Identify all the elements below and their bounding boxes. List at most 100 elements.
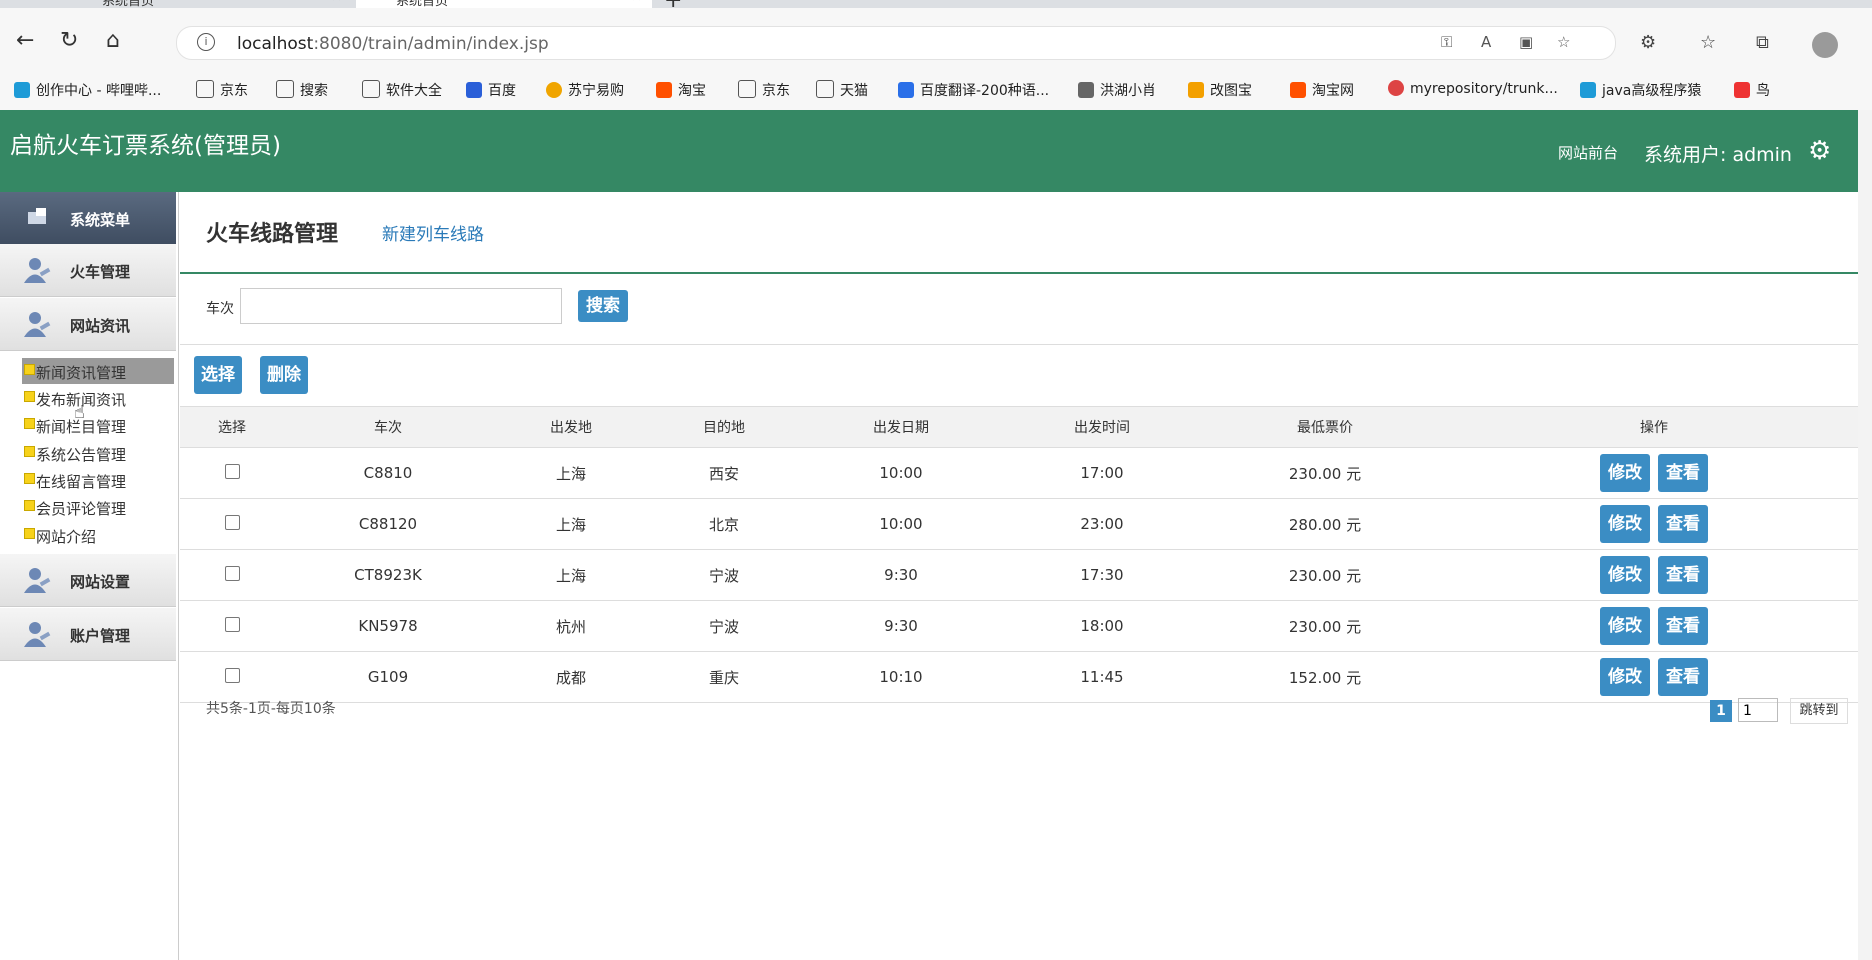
current-page-button[interactable]: 1	[1710, 700, 1732, 722]
bookmark-item[interactable]: 百度翻译-200种语...	[898, 80, 1049, 100]
to-cell: 重庆	[650, 651, 798, 703]
profile-avatar[interactable]	[1812, 32, 1838, 58]
sidebar-subitem[interactable]: 新闻资讯管理	[22, 358, 174, 384]
table-row: C88120 上海 北京 10:00 23:00 280.00 元 修改 查看	[180, 498, 1858, 550]
time-cell: 23:00	[1004, 498, 1200, 550]
close-icon[interactable]: ✕	[631, 0, 642, 5]
search-label: 车次	[206, 301, 234, 317]
edit-button[interactable]: 修改	[1600, 505, 1650, 543]
bookmark-item[interactable]: 京东	[738, 80, 790, 100]
extensions-icon[interactable]: ⚙	[1640, 32, 1656, 53]
bilibili-icon	[14, 82, 30, 98]
new-tab-icon[interactable]: +	[664, 0, 682, 8]
info-icon[interactable]: i	[197, 33, 215, 51]
row-checkbox[interactable]	[224, 463, 240, 479]
date-cell: 10:00	[798, 498, 1004, 550]
bookmark-item[interactable]: 创作中心 - 哔哩哔...	[14, 80, 161, 100]
menu-hand-icon	[28, 208, 46, 224]
bookmark-item[interactable]: 百度	[466, 80, 516, 100]
sidebar-menu-label: 账户管理	[70, 627, 131, 645]
sidebar-menu-train[interactable]: 火车管理	[0, 244, 176, 297]
delete-button[interactable]: 删除	[260, 356, 308, 394]
hd-icon[interactable]: ▣	[1519, 33, 1533, 51]
bookmark-item[interactable]: 搜索	[276, 80, 328, 100]
bookmark-item[interactable]: 苏宁易购	[546, 80, 624, 100]
collections-icon[interactable]: ⧉	[1756, 32, 1769, 53]
time-cell: 17:00	[1004, 447, 1200, 499]
close-icon[interactable]: ✕	[331, 0, 342, 5]
row-checkbox[interactable]	[224, 667, 240, 683]
row-checkbox[interactable]	[224, 514, 240, 530]
url-field[interactable]: i localhost:8080/train/admin/index.jsp ⚿…	[176, 26, 1616, 60]
column-header: 选择	[180, 406, 284, 448]
gaitubao-icon	[1188, 82, 1204, 98]
bookmark-item[interactable]: 软件大全	[362, 80, 442, 100]
sidebar-menu-account[interactable]: 账户管理	[0, 608, 176, 661]
view-button[interactable]: 查看	[1658, 607, 1708, 645]
edit-button[interactable]: 修改	[1600, 556, 1650, 594]
site-front-link[interactable]: 网站前台	[1558, 142, 1618, 163]
main-content: 火车线路管理 新建列车线路 车次 搜索 选择 删除 选择 车次 出发地 目的地 …	[180, 192, 1858, 960]
view-button[interactable]: 查看	[1658, 556, 1708, 594]
sidebar-subitem[interactable]: 发布新闻资讯	[22, 385, 174, 411]
bookmark-item[interactable]: 改图宝	[1188, 80, 1252, 100]
bookmark-item[interactable]: java高级程序猿	[1580, 80, 1701, 100]
from-cell: 杭州	[492, 600, 650, 652]
app-header: 启航火车订票系统(管理员) 网站前台 系统用户: admin ⚙	[0, 110, 1858, 192]
read-aloud-icon[interactable]: A	[1481, 33, 1491, 51]
page-scrollbar[interactable]	[1858, 110, 1872, 960]
home-icon[interactable]: ⌂	[106, 28, 120, 53]
row-checkbox[interactable]	[224, 616, 240, 632]
browser-tab-active[interactable]: 系统首页 ✕	[356, 0, 652, 8]
bookmark-item[interactable]: 京东	[196, 80, 248, 100]
page-icon	[362, 80, 380, 98]
sidebar-subitem[interactable]: 在线留言管理	[22, 467, 174, 493]
back-icon[interactable]: ←	[16, 28, 34, 53]
view-button[interactable]: 查看	[1658, 658, 1708, 696]
bookmark-item[interactable]: 淘宝	[656, 80, 706, 100]
from-cell: 成都	[492, 651, 650, 703]
page-number-input[interactable]: 1	[1738, 698, 1778, 722]
square-icon	[24, 446, 35, 457]
bookmark-item[interactable]: 淘宝网	[1290, 80, 1354, 100]
jump-to-button[interactable]: 跳转到	[1790, 698, 1848, 724]
favorite-add-icon[interactable]: ☆	[1557, 33, 1570, 51]
search-button[interactable]: 搜索	[578, 290, 628, 322]
key-icon[interactable]: ⚿	[1441, 33, 1452, 51]
bookmark-item[interactable]: 鸟	[1734, 80, 1770, 100]
sidebar-subitem[interactable]: 系统公告管理	[22, 440, 174, 466]
train-number-input[interactable]	[240, 288, 562, 324]
train-cell: CT8923K	[284, 549, 492, 601]
sidebar-menu-news[interactable]: 网站资讯	[0, 298, 176, 351]
chrome-icon	[1388, 80, 1404, 96]
bookmark-item[interactable]: 洪湖小肖	[1078, 80, 1156, 100]
gear-icon[interactable]: ⚙	[1808, 136, 1831, 166]
reload-icon[interactable]: ↻	[60, 28, 78, 53]
sidebar-menu-settings[interactable]: 网站设置	[0, 554, 176, 607]
column-header: 出发时间	[1004, 406, 1200, 448]
view-button[interactable]: 查看	[1658, 454, 1708, 492]
page-icon	[276, 80, 294, 98]
pager-info: 共5条-1页-每页10条	[206, 701, 336, 717]
column-header: 车次	[284, 406, 492, 448]
baidu-icon	[466, 82, 482, 98]
sidebar-subitem[interactable]: 网站介绍	[22, 522, 174, 548]
sidebar-head: 系统菜单	[0, 192, 176, 245]
bilibili-icon	[1580, 82, 1596, 98]
table-row: KN5978 杭州 宁波 9:30 18:00 230.00 元 修改 查看	[180, 600, 1858, 652]
bookmark-item[interactable]: myrepository/trunk...	[1388, 80, 1558, 97]
favorites-icon[interactable]: ☆	[1700, 32, 1716, 53]
view-button[interactable]: 查看	[1658, 505, 1708, 543]
browser-tab[interactable]: 系统首页 ✕	[62, 0, 352, 8]
edit-button[interactable]: 修改	[1600, 658, 1650, 696]
table-row: CT8923K 上海 宁波 9:30 17:30 230.00 元 修改 查看	[180, 549, 1858, 601]
sidebar-subitem[interactable]: 会员评论管理	[22, 494, 174, 520]
sidebar-subitem[interactable]: 新闻栏目管理	[22, 412, 174, 438]
row-checkbox[interactable]	[224, 565, 240, 581]
bookmark-item[interactable]: 天猫	[816, 80, 868, 100]
new-route-link[interactable]: 新建列车线路	[382, 220, 484, 245]
page-icon	[196, 80, 214, 98]
select-button[interactable]: 选择	[194, 356, 242, 394]
edit-button[interactable]: 修改	[1600, 454, 1650, 492]
edit-button[interactable]: 修改	[1600, 607, 1650, 645]
